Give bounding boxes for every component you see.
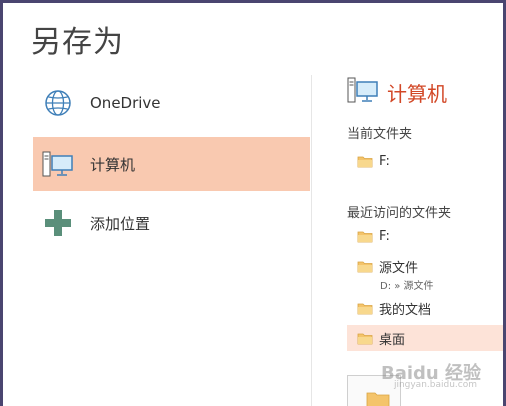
save-as-panel: 另存为 OneDrive 计算机 添加位置 计算机 当前文件夹 F: 最近访问的… (0, 0, 506, 406)
folder-name: F: (379, 153, 390, 169)
location-label: 添加位置 (90, 214, 151, 233)
location-onedrive[interactable]: OneDrive (33, 76, 310, 130)
recent-folder-item-selected[interactable]: 桌面 (347, 325, 503, 351)
recent-folders-heading: 最近访问的文件夹 (347, 206, 452, 221)
recent-folder-item[interactable]: F: (347, 225, 503, 247)
folder-icon (366, 390, 390, 406)
panel-divider (311, 75, 312, 406)
folder-icon (357, 302, 373, 315)
computer-icon (347, 75, 379, 109)
plus-icon (38, 209, 78, 237)
recent-folder-item[interactable]: 源文件 (347, 255, 503, 277)
folder-name: F: (379, 228, 390, 244)
right-panel-title: 计算机 (387, 81, 447, 106)
location-computer[interactable]: 计算机 (33, 137, 310, 191)
current-folder-item[interactable]: F: (347, 150, 503, 172)
folder-icon (357, 260, 373, 273)
current-folder-heading: 当前文件夹 (347, 127, 413, 142)
folder-name: 我的文档 (379, 302, 432, 318)
recent-folder-item[interactable]: 我的文档 (347, 297, 503, 319)
location-label: 计算机 (90, 155, 136, 174)
location-add-place[interactable]: 添加位置 (33, 196, 310, 250)
right-panel-heading: 计算机 (347, 75, 447, 109)
watermark-url: jingyan.baidu.com (393, 380, 477, 390)
folder-icon (357, 230, 373, 243)
page-title: 另存为 (31, 25, 124, 60)
folder-name: 源文件 (379, 260, 419, 276)
folder-icon (357, 332, 373, 345)
computer-icon (38, 149, 78, 179)
folder-path: D: » 源文件 (380, 281, 434, 292)
location-label: OneDrive (90, 94, 161, 112)
folder-icon (357, 155, 373, 168)
folder-name: 桌面 (379, 332, 406, 348)
globe-icon (38, 89, 78, 117)
